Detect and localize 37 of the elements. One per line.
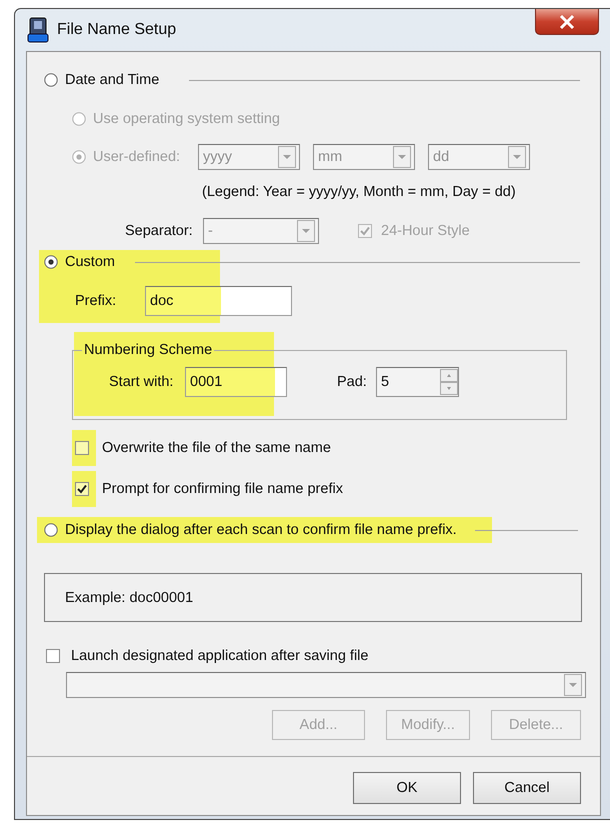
start-with-field[interactable]: 0001 bbox=[185, 367, 287, 397]
separator-label: Separator: bbox=[125, 223, 194, 239]
cancel-button[interactable]: Cancel bbox=[473, 772, 581, 804]
radio-button[interactable] bbox=[44, 255, 58, 269]
checkbox-label: Launch designated application after saving file bbox=[71, 648, 368, 664]
spin-field[interactable]: 5 bbox=[376, 367, 459, 397]
option-label: Display the dialog after each scan to confirm file name prefix. bbox=[65, 522, 457, 538]
checkbox[interactable] bbox=[75, 441, 89, 455]
window-title: File Name Setup bbox=[57, 21, 176, 39]
prefix-field[interactable]: doc bbox=[145, 286, 292, 316]
option-label: User-defined: bbox=[93, 149, 182, 165]
checkbox-label: Prompt for confirming file name prefix bbox=[102, 481, 343, 497]
close-icon bbox=[558, 14, 576, 30]
caret-icon bbox=[508, 146, 526, 168]
checkbox[interactable] bbox=[75, 482, 89, 496]
device-icon bbox=[27, 17, 49, 43]
caret-icon bbox=[564, 674, 582, 696]
start-with-label: Start with: bbox=[109, 374, 174, 390]
caret-icon bbox=[393, 146, 411, 168]
checkbox[interactable] bbox=[46, 649, 60, 663]
option-label: Use operating system setting bbox=[93, 111, 280, 127]
pad-label: Pad: bbox=[337, 374, 368, 390]
example-text: Example: doc00001 bbox=[65, 590, 194, 606]
spinner-icon bbox=[440, 369, 458, 395]
caret-icon bbox=[297, 220, 315, 242]
caret-icon bbox=[278, 146, 296, 168]
group-title: Numbering Scheme bbox=[83, 342, 214, 358]
close-button[interactable] bbox=[535, 9, 599, 35]
checkbox-label: 24-Hour Style bbox=[381, 223, 470, 239]
option-label: Custom bbox=[65, 254, 115, 270]
radio-button[interactable] bbox=[44, 523, 58, 537]
checkbox-label: Overwrite the file of the same name bbox=[102, 440, 331, 456]
prefix-label: Prefix: bbox=[75, 292, 118, 308]
ok-button[interactable]: OK bbox=[353, 772, 461, 804]
legend-text: (Legend: Year = yyyy/yy, Month = mm, Day = dd) bbox=[202, 184, 516, 200]
radio-button[interactable] bbox=[44, 73, 58, 87]
option-label: Date and Time bbox=[65, 72, 160, 88]
